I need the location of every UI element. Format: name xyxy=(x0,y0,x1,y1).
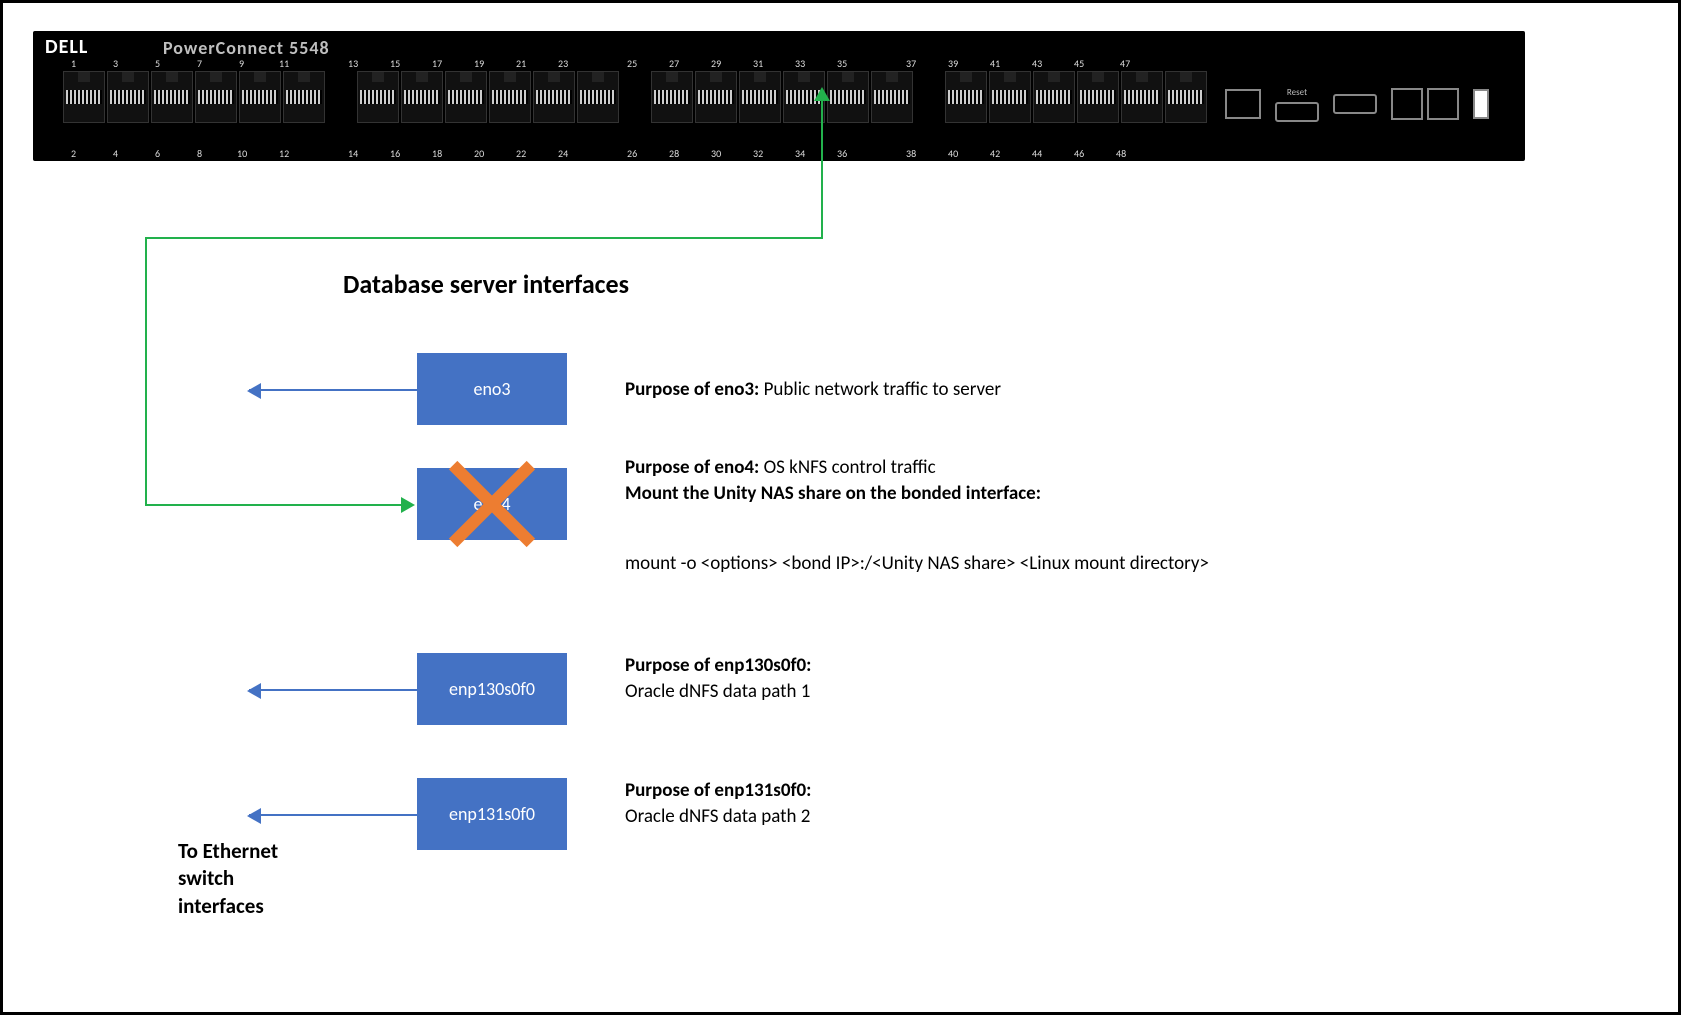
arrow-to-switch xyxy=(249,689,417,691)
interface-box-eno4: eno4 xyxy=(417,468,567,540)
green-connector xyxy=(145,237,147,506)
switch-model: PowerConnect 5548 xyxy=(163,37,330,59)
arrow-to-switch xyxy=(249,389,417,391)
console-port-icon xyxy=(1225,89,1261,119)
hdmi-port-icon xyxy=(1333,94,1377,114)
footer-label: To Ethernet switch interfaces xyxy=(178,838,278,920)
purpose-eno4: Purpose of eno4: OS kNFS control traffic… xyxy=(625,455,1041,506)
purpose-enp131: Purpose of enp131s0f0: Oracle dNFS data … xyxy=(625,778,811,829)
interface-box-enp130s0f0: enp130s0f0 xyxy=(417,653,567,725)
interface-box-enp131s0f0: enp131s0f0 xyxy=(417,778,567,850)
switch-right-panel: Reset xyxy=(1225,65,1515,143)
switch-port-row xyxy=(63,71,1207,123)
sfp-port-icon xyxy=(1427,88,1459,120)
green-connector xyxy=(145,237,823,239)
green-connector xyxy=(145,504,403,506)
purpose-eno3: Purpose of eno3: Public network traffic … xyxy=(625,377,1001,403)
hdmi-port-icon xyxy=(1275,102,1319,122)
interface-box-eno3: eno3 xyxy=(417,353,567,425)
section-title: Database server interfaces xyxy=(343,268,629,300)
arrow-to-switch xyxy=(249,814,417,816)
mount-command: mount -o <options> <bond IP>:/<Unity NAS… xyxy=(625,551,1209,577)
switch-brand: DELL xyxy=(45,35,88,59)
green-arrow-head-icon xyxy=(401,497,415,513)
sfp-port-icon xyxy=(1391,88,1423,120)
purpose-enp130: Purpose of enp130s0f0: Oracle dNFS data … xyxy=(625,653,811,704)
network-switch: DELL PowerConnect 5548 1 3 5 7 9 11 13 1… xyxy=(33,31,1525,161)
usb-port-icon xyxy=(1473,89,1489,119)
diagram-page: DELL PowerConnect 5548 1 3 5 7 9 11 13 1… xyxy=(0,0,1681,1015)
green-connector xyxy=(821,99,823,239)
